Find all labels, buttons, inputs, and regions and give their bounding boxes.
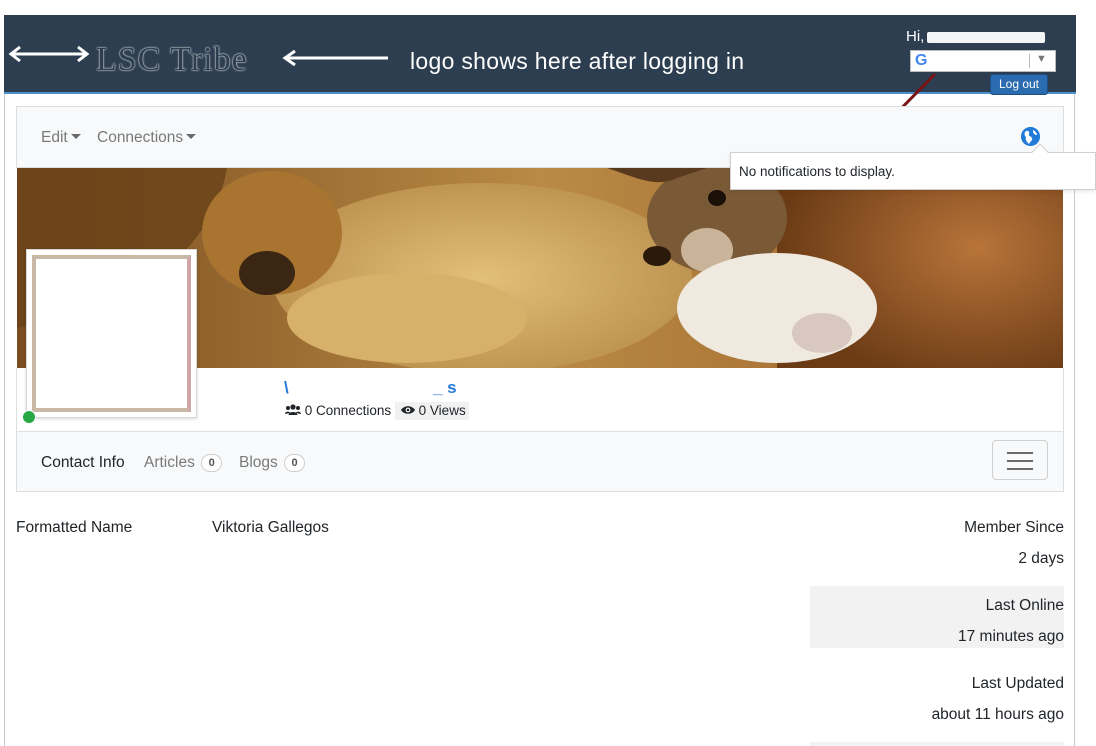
greeting-text: Hi, [906,28,925,45]
google-g-icon: G [915,52,928,69]
caret-down-icon [186,133,197,139]
hamburger-icon [1007,452,1033,454]
annotation-text: logo shows here after logging in [410,48,745,74]
users-icon [285,404,301,415]
edit-menu-label: Edit [41,129,68,146]
profile-name-start: \ [284,378,289,397]
connections-menu[interactable]: Connections [97,129,197,147]
user-greeting: Hi, [906,28,1046,45]
profile-name[interactable]: \ [284,378,289,398]
hamburger-icon [1007,468,1033,470]
chevron-down-icon: ▼ [1036,53,1047,65]
formatted-name-label: Formatted Name [16,519,133,536]
views-stat-label: Views [429,403,466,418]
eye-icon [400,406,415,414]
tab-articles[interactable]: Articles 0 [144,454,223,472]
next-row-bg [810,742,1064,746]
last-updated-label: Last Updated [971,675,1064,692]
redacted-profile-name [294,381,434,397]
double-arrow-annotation [8,45,90,63]
logout-button[interactable]: Log out [990,74,1048,95]
avatar-image [32,255,191,412]
tab-label: Blogs [239,454,278,471]
last-online-value: 17 minutes ago [958,628,1064,645]
connections-menu-label: Connections [97,129,184,146]
online-status-indicator [22,410,36,424]
language-select[interactable]: G ▼ [910,50,1056,72]
last-updated-value: about 11 hours ago [931,706,1064,723]
site-logo[interactable]: LSC Tribe [96,43,248,77]
menu-toggle-button[interactable] [992,440,1048,480]
tab-label: Contact Info [41,454,125,471]
tab-label: Articles [144,454,195,471]
tab-contact-info[interactable]: Contact Info [41,454,125,472]
articles-count-badge: 0 [201,454,223,472]
left-arrow-annotation [282,49,388,67]
blogs-count-badge: 0 [284,454,306,472]
caret-down-icon [70,133,81,139]
connections-count: 0 [304,403,313,418]
globe-icon[interactable] [1021,127,1040,146]
redacted-username [927,31,1046,43]
profile-tabs: Contact Info Articles 0 Blogs 0 [16,431,1064,492]
profile-name-tail: _ s [433,378,457,397]
member-since-label: Member Since [964,519,1064,536]
views-count: 0 [418,403,427,418]
views-stat: 0 Views [394,402,469,420]
connections-stat[interactable]: 0 Connections [285,403,395,418]
edit-menu[interactable]: Edit [41,129,81,147]
formatted-name-value: Viktoria Gallegos [212,519,329,536]
avatar[interactable] [26,249,197,418]
member-since-value: 2 days [1018,550,1064,567]
profile-stats: 0 Connections 0 Views [285,402,469,420]
notifications-popover: No notifications to display. [730,143,1096,190]
last-online-label: Last Online [985,597,1064,614]
select-divider [1029,54,1030,68]
connections-stat-label: Connections [316,403,392,418]
notifications-empty-text: No notifications to display. [739,164,895,179]
hamburger-icon [1007,460,1033,462]
tab-blogs[interactable]: Blogs 0 [239,454,306,472]
